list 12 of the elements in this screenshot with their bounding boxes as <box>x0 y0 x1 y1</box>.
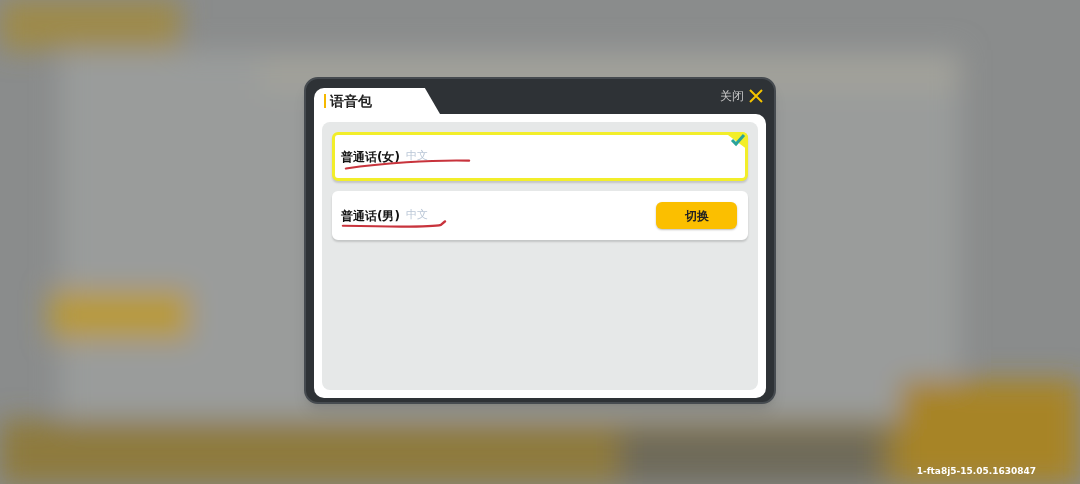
close-icon <box>748 88 764 104</box>
language-label: 中文 <box>405 207 428 224</box>
accent-bar <box>324 94 326 108</box>
dialog-title: 语音包 <box>330 91 372 111</box>
switch-button[interactable]: 切换 <box>656 202 737 229</box>
voice-pack-item[interactable]: 普通话(女) 中文 <box>332 132 748 181</box>
close-button[interactable]: 关闭 <box>720 87 764 105</box>
voice-pack-item[interactable]: 普通话(男) 中文 切换 <box>332 191 748 240</box>
voice-name: 普通话(女) <box>341 148 400 166</box>
voice-name: 普通话(男) <box>341 207 400 225</box>
version-label: 1-fta8j5-15.05.1630847 <box>916 465 1036 478</box>
language-label: 中文 <box>405 148 428 165</box>
